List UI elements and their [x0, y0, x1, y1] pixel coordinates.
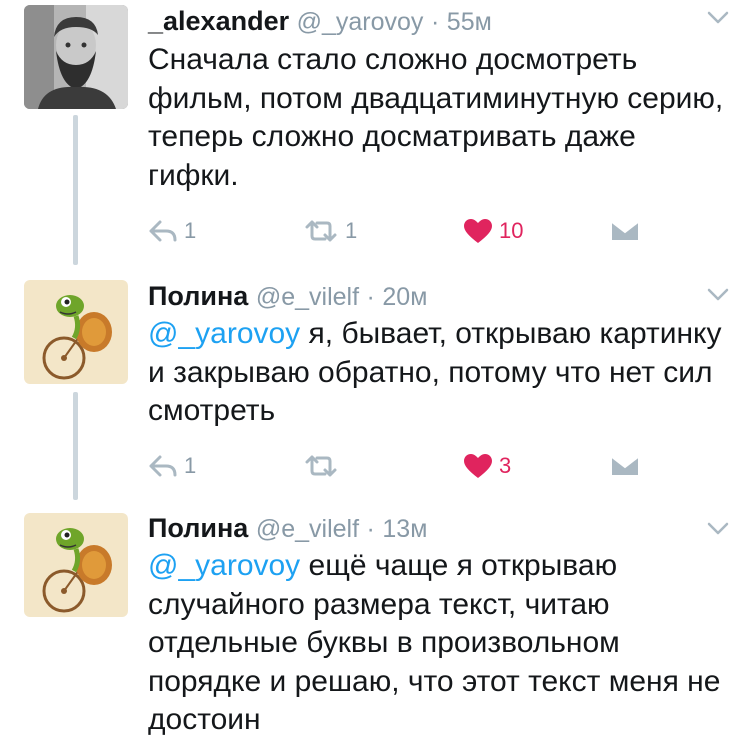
user-handle[interactable]: @e_vilelf: [256, 515, 359, 543]
retweet-icon: [305, 220, 337, 242]
tweet[interactable]: _alexander @_yarovoy · 55м Сначала стало…: [0, 0, 750, 265]
chevron-down-icon[interactable]: [706, 287, 730, 303]
reply-count: 1: [184, 218, 197, 243]
like-count: 10: [499, 218, 524, 243]
reply-icon: [149, 220, 177, 242]
timestamp[interactable]: 20м: [382, 283, 427, 311]
heart-icon: [464, 219, 492, 243]
separator-dot: ·: [366, 283, 375, 311]
envelope-icon: [611, 456, 639, 475]
separator-dot: ·: [366, 515, 375, 543]
tweet[interactable]: Полина @e_vilelf · 20м @_yarovoy я, быва…: [0, 265, 750, 505]
chevron-down-icon[interactable]: [706, 521, 730, 537]
reply-button[interactable]: 1: [148, 449, 196, 483]
reply-count: 1: [184, 453, 197, 478]
tweet-actions: 1 3: [148, 449, 648, 483]
user-handle[interactable]: @_yarovoy: [297, 8, 424, 36]
user-handle[interactable]: @e_vilelf: [256, 283, 359, 311]
display-name[interactable]: Полина: [148, 281, 248, 311]
avatar[interactable]: [24, 280, 128, 384]
retweet-count: 1: [345, 218, 358, 243]
like-button[interactable]: 3: [463, 449, 511, 483]
tweet-text: Сначала стало сложно досмотреть фильм, п…: [148, 41, 728, 195]
reply-icon: [149, 455, 177, 477]
tweet-text: @_yarovoy ещё чаще я открываю случайного…: [148, 547, 728, 740]
separator-dot: ·: [430, 8, 440, 36]
tweet-actions: 1 1 10: [148, 214, 648, 248]
tweet[interactable]: Полина @e_vilelf · 13м @_yarovoy ещё чащ…: [0, 505, 750, 751]
retweet-icon: [305, 455, 337, 477]
chevron-down-icon[interactable]: [706, 10, 730, 26]
mention-link[interactable]: @_yarovoy: [148, 549, 300, 582]
retweet-button[interactable]: 1: [303, 214, 357, 248]
like-count: 3: [499, 453, 512, 478]
timestamp[interactable]: 13м: [382, 515, 427, 543]
direct-message-button[interactable]: [610, 214, 640, 248]
heart-icon: [464, 454, 492, 478]
mention-link[interactable]: @_yarovoy: [148, 317, 300, 350]
tweet-text: @_yarovoy я, бывает, открываю картинку и…: [148, 315, 728, 431]
turtle-on-bicycle-avatar-icon: [24, 280, 128, 384]
direct-message-button[interactable]: [610, 449, 640, 483]
reply-button[interactable]: 1: [148, 214, 196, 248]
display-name[interactable]: Полина: [148, 513, 248, 543]
avatar[interactable]: [24, 5, 128, 109]
timestamp[interactable]: 55м: [447, 8, 492, 36]
like-button[interactable]: 10: [463, 214, 523, 248]
avatar[interactable]: [24, 513, 128, 617]
tweet-body: Сначала стало сложно досмотреть фильм, п…: [148, 43, 724, 192]
envelope-icon: [611, 221, 639, 240]
bearded-man-avatar-icon: [24, 5, 128, 109]
retweet-button[interactable]: [303, 449, 345, 483]
turtle-on-bicycle-avatar-icon: [24, 513, 128, 617]
display-name[interactable]: _alexander: [148, 6, 289, 36]
